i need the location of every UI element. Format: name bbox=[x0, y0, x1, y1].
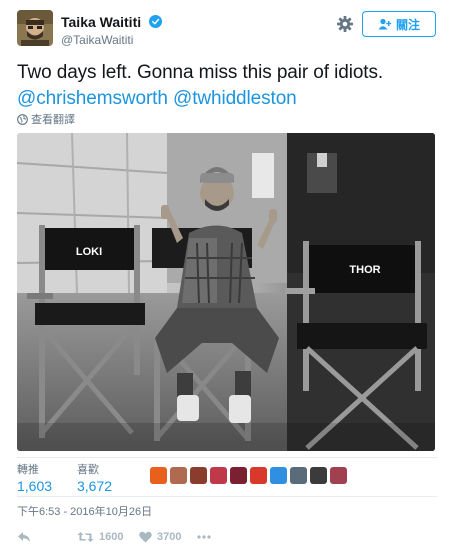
reply-button[interactable] bbox=[17, 531, 77, 543]
mention-twhiddleston[interactable]: @twhiddleston bbox=[173, 88, 297, 109]
user-handle[interactable]: @TaikaWaititi bbox=[61, 33, 162, 47]
heart-icon bbox=[139, 531, 152, 543]
liker-avatar[interactable] bbox=[270, 467, 287, 484]
tweet-body: Two days left. Gonna miss this pair of i… bbox=[17, 62, 384, 83]
retweet-count: 1600 bbox=[99, 531, 124, 543]
reply-icon bbox=[18, 532, 30, 542]
avatar[interactable] bbox=[17, 10, 53, 46]
liker-avatar[interactable] bbox=[190, 467, 207, 484]
liker-avatar[interactable] bbox=[230, 467, 247, 484]
liker-avatar[interactable] bbox=[150, 467, 167, 484]
follow-label: 關注 bbox=[395, 17, 420, 32]
chair-label-thor: THOR bbox=[349, 264, 380, 276]
translate-link[interactable]: 查看翻譯 bbox=[17, 111, 75, 127]
divider-top bbox=[17, 457, 437, 458]
divider-middle bbox=[17, 496, 437, 497]
follow-button[interactable]: 關注 bbox=[362, 11, 436, 37]
more-icon bbox=[197, 535, 211, 539]
liker-avatar[interactable] bbox=[210, 467, 227, 484]
likes-count: 3,672 bbox=[77, 478, 113, 494]
tweet-header: Taika Waititi @TaikaWaititi 關注 bbox=[0, 0, 455, 52]
liker-avatar[interactable] bbox=[250, 467, 267, 484]
chair-label-loki: LOKI bbox=[76, 246, 102, 258]
mention-chrishemsworth[interactable]: @chrishemsworth bbox=[17, 88, 168, 109]
retweets-stat[interactable]: 轉推 1,603 bbox=[17, 461, 52, 494]
tweet-text: Two days left. Gonna miss this pair of i… bbox=[17, 60, 442, 112]
globe-icon bbox=[17, 113, 28, 125]
retweet-button[interactable]: 1600 bbox=[77, 531, 139, 543]
likes-label: 喜歡 bbox=[77, 464, 99, 476]
add-user-icon bbox=[378, 18, 392, 30]
verified-badge-icon bbox=[148, 15, 162, 29]
liker-avatar[interactable] bbox=[310, 467, 327, 484]
retweets-label: 轉推 bbox=[17, 464, 39, 476]
translate-label: 查看翻譯 bbox=[31, 114, 75, 126]
tweet-timestamp[interactable]: 下午6:53 - 2016年10月26日 bbox=[17, 503, 152, 519]
tweet-actions: 1600 3700 bbox=[17, 529, 211, 545]
liker-avatar[interactable] bbox=[170, 467, 187, 484]
liker-avatar[interactable] bbox=[290, 467, 307, 484]
liker-avatars bbox=[150, 467, 350, 484]
liker-avatar[interactable] bbox=[330, 467, 347, 484]
retweets-count: 1,603 bbox=[17, 478, 53, 494]
more-button[interactable] bbox=[197, 535, 211, 539]
tweet-photo[interactable]: LOKI THOR bbox=[17, 133, 435, 451]
gear-icon[interactable] bbox=[336, 15, 354, 33]
user-name-block: Taika Waititi @TaikaWaititi bbox=[61, 13, 162, 47]
display-name[interactable]: Taika Waititi bbox=[61, 14, 141, 30]
retweet-icon bbox=[77, 532, 94, 542]
like-count: 3700 bbox=[157, 531, 182, 543]
likes-stat[interactable]: 喜歡 3,672 bbox=[77, 461, 112, 494]
like-button[interactable]: 3700 bbox=[139, 531, 197, 543]
